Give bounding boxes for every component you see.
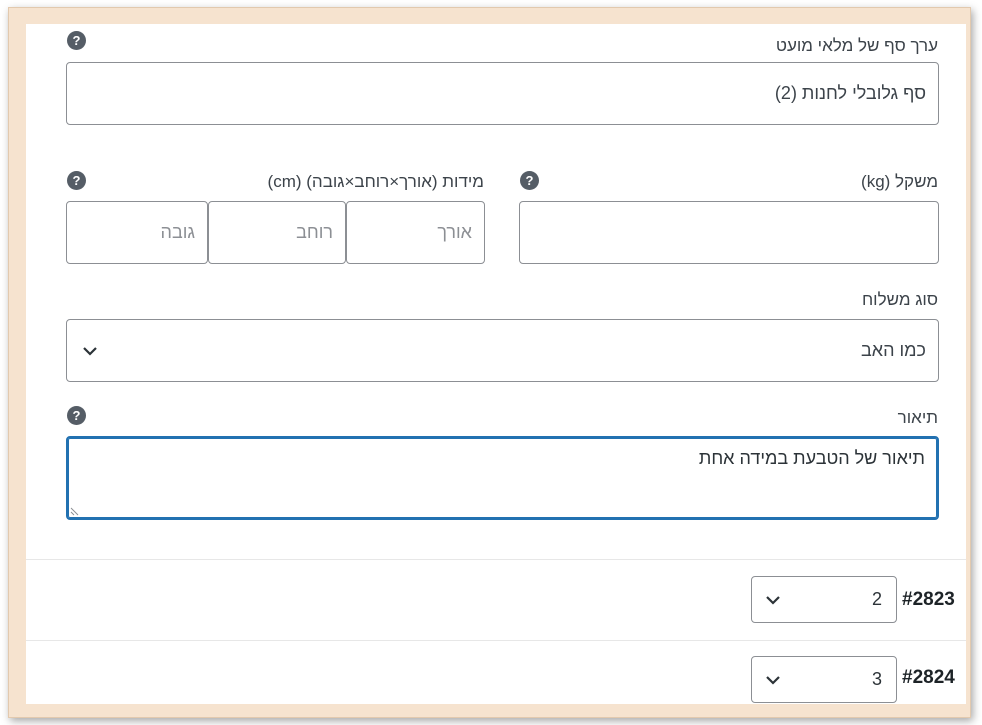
length-input[interactable]: אורך (346, 201, 485, 264)
row-divider (26, 559, 966, 560)
width-placeholder: רוחב (296, 222, 333, 242)
length-placeholder: אורך (437, 222, 472, 242)
min-amount-label: ערך סף של מלאי מועט (775, 36, 938, 55)
variation-attribute-value: 3 (871, 669, 882, 689)
variation-id: #2824 (902, 667, 955, 688)
help-icon[interactable]: ? (67, 406, 86, 425)
shipping-class-value: כמו האב (861, 340, 926, 360)
variation-attribute-value: 2 (871, 589, 882, 609)
resize-grip-icon[interactable] (70, 502, 84, 516)
height-placeholder: גובה (160, 222, 195, 242)
help-icon[interactable]: ? (520, 171, 539, 190)
variation-panel: ערך סף של מלאי מועט ? סף גלובלי לחנות (2… (26, 24, 966, 704)
width-input[interactable]: רוחב (208, 201, 346, 264)
description-textarea[interactable]: תיאור של הטבעת במידה אחת (66, 436, 939, 520)
help-icon[interactable]: ? (67, 31, 86, 50)
variation-attribute-select[interactable]: 2 (751, 576, 897, 623)
min-amount-input[interactable]: סף גלובלי לחנות (2) (66, 62, 939, 125)
chevron-down-icon (83, 347, 97, 356)
height-input[interactable]: גובה (66, 201, 208, 264)
weight-label: משקל (kg) (861, 172, 938, 191)
weight-input[interactable] (519, 201, 939, 264)
chevron-down-icon (766, 676, 780, 685)
min-amount-value: סף גלובלי לחנות (2) (774, 83, 926, 103)
description-label: תיאור (897, 408, 938, 427)
shipping-class-label: סוג משלוח (861, 290, 938, 309)
variation-id: #2823 (902, 589, 955, 610)
dimensions-label: מידות (אורך×רוחב×גובה) (cm) (267, 172, 484, 191)
shipping-class-select[interactable]: כמו האב (66, 319, 939, 382)
row-divider (26, 640, 966, 641)
chevron-down-icon (766, 596, 780, 605)
variation-attribute-select[interactable]: 3 (751, 656, 897, 703)
screenshot-frame: ערך סף של מלאי מועט ? סף גלובלי לחנות (2… (8, 7, 971, 718)
help-icon[interactable]: ? (67, 171, 86, 190)
description-value: תיאור של הטבעת במידה אחת (698, 448, 925, 468)
